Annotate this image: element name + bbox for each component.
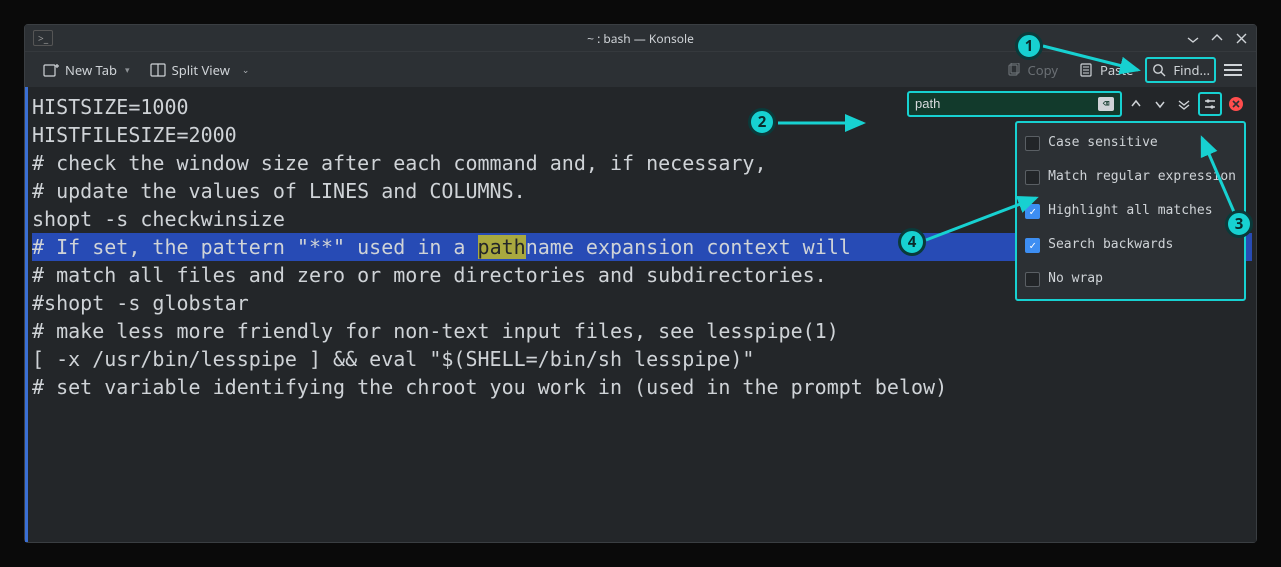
search-input[interactable]: path ⌫ (907, 91, 1122, 117)
app-icon: >_ (33, 30, 53, 46)
konsole-window: >_ ~ : bash — Konsole New Tab ▾ (24, 24, 1257, 543)
callout-2: 2 (748, 108, 776, 136)
callout-1: 1 (1015, 32, 1043, 60)
search-input-value: path (915, 90, 1098, 118)
chevron-down-icon: ▾ (125, 63, 130, 76)
callout-3: 3 (1225, 210, 1253, 238)
search-settings-button[interactable] (1198, 92, 1222, 116)
find-prev-button[interactable] (1126, 93, 1146, 115)
checkbox-icon (1025, 170, 1040, 185)
search-match: path (478, 235, 526, 259)
terminal-line: # set variable identifying the chroot yo… (32, 373, 1252, 401)
callout-arrow (1043, 46, 1143, 74)
find-next-button[interactable] (1150, 93, 1170, 115)
option-label: Highlight all matches (1048, 197, 1212, 225)
copy-icon (1006, 62, 1022, 78)
backwards-option[interactable]: Search backwards (1025, 231, 1236, 259)
terminal-line: [ -x /usr/bin/lesspipe ] && eval "$(SHEL… (32, 345, 1252, 373)
split-view-icon (150, 62, 166, 78)
search-icon (1151, 62, 1167, 78)
no-wrap-option[interactable]: No wrap (1025, 265, 1236, 293)
option-label: Search backwards (1048, 231, 1173, 259)
terminal-line: # make less more friendly for non-text i… (32, 317, 1252, 345)
hamburger-icon (1224, 64, 1242, 76)
find-all-button[interactable] (1174, 93, 1194, 115)
checkbox-icon (1025, 136, 1040, 151)
clear-search-icon[interactable]: ⌫ (1098, 97, 1114, 111)
split-view-button[interactable]: Split View ⌄ (142, 57, 258, 83)
close-button[interactable] (1234, 31, 1248, 45)
minimize-button[interactable] (1186, 31, 1200, 45)
chevron-down-icon: ⌄ (242, 63, 250, 76)
new-tab-label: New Tab (65, 61, 117, 79)
find-label: Find... (1173, 61, 1210, 79)
callout-arrow (1198, 136, 1238, 216)
new-tab-button[interactable]: New Tab ▾ (35, 57, 138, 83)
split-view-label: Split View (172, 61, 230, 79)
find-button[interactable]: Find... (1145, 57, 1216, 83)
checkbox-icon (1025, 272, 1040, 287)
callout-arrow (778, 120, 868, 126)
close-search-button[interactable] (1226, 93, 1246, 115)
option-label: No wrap (1048, 265, 1103, 293)
maximize-button[interactable] (1210, 31, 1224, 45)
window-title: ~ : bash — Konsole (587, 30, 694, 47)
menu-button[interactable] (1220, 60, 1246, 80)
callout-4: 4 (898, 228, 926, 256)
new-tab-icon (43, 62, 59, 78)
terminal-view[interactable]: HISTSIZE=1000 HISTFILESIZE=2000 # check … (25, 87, 1256, 542)
callout-arrow (926, 196, 1041, 244)
option-label: Case sensitive (1048, 129, 1158, 157)
search-bar: path ⌫ (907, 91, 1246, 117)
